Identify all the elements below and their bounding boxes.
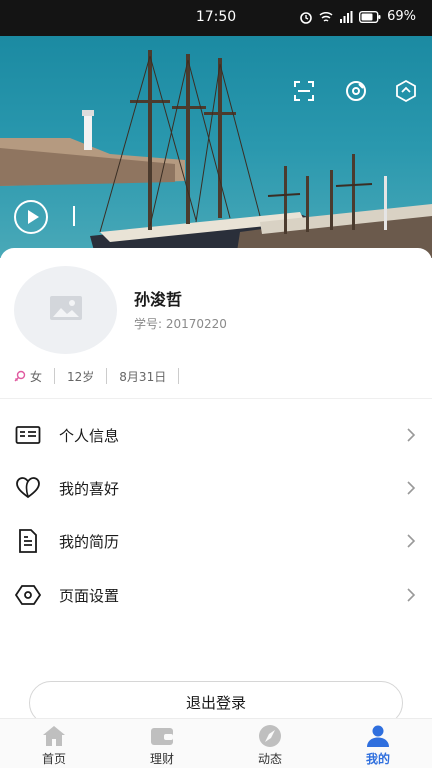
gender-value: 女: [30, 369, 43, 384]
chevron-right-icon: [407, 534, 416, 548]
alarm-icon: [300, 11, 312, 24]
compass-icon: [259, 725, 281, 747]
profile-meta: 女 12岁 8月31日: [14, 368, 180, 384]
birthday-value: 8月31日: [119, 369, 167, 384]
harbor-photo: [0, 36, 432, 258]
profile-card: 孙浚哲 学号: 20170220 女 12岁 8月31日 个人信息 我的喜好 我…: [0, 248, 432, 725]
person-icon: [367, 725, 389, 747]
signal-icon: [340, 10, 353, 23]
status-bar: 17:50 69%: [0, 0, 432, 36]
battery-icon: [359, 10, 381, 23]
menu-label: 我的喜好: [59, 479, 120, 498]
menu-item-preferences[interactable]: 我的喜好: [0, 461, 432, 515]
home-icon: [43, 726, 65, 746]
progress-divider: [73, 206, 75, 226]
tab-feed[interactable]: 动态: [216, 719, 324, 768]
tab-label: 动态: [257, 752, 282, 766]
menu-item-page-settings[interactable]: 页面设置: [0, 568, 432, 622]
tab-label: 理财: [149, 752, 174, 766]
image-placeholder-icon: [50, 296, 82, 320]
student-id: 学号: 20170220: [134, 317, 227, 331]
chevron-right-icon: [407, 481, 416, 495]
tab-label: 首页: [41, 752, 66, 766]
wifi-icon: [319, 11, 333, 22]
bottom-tab-bar: 首页 理财 动态 我的: [0, 718, 432, 768]
heart-icon: [16, 477, 40, 499]
chevron-right-icon: [407, 428, 416, 442]
play-button[interactable]: [14, 200, 48, 234]
menu-item-personal-info[interactable]: 个人信息: [0, 408, 432, 462]
avatar[interactable]: [14, 266, 117, 354]
tab-home[interactable]: 首页: [0, 719, 108, 768]
menu-label: 页面设置: [59, 586, 120, 605]
menu-label: 我的简历: [59, 532, 120, 551]
section-divider: [0, 398, 432, 399]
birthday-field: 8月31日: [107, 368, 180, 384]
settings-hexagon-icon: [15, 585, 41, 605]
age-value: 12岁: [67, 369, 95, 384]
status-indicators: 69%: [299, 9, 416, 24]
user-name: 孙浚哲: [134, 290, 183, 309]
tab-finance[interactable]: 理财: [108, 719, 216, 768]
battery-level: 69%: [387, 9, 416, 24]
scan-icon[interactable]: [292, 79, 316, 103]
tab-label: 我的: [365, 752, 390, 766]
gender-field: 女: [14, 368, 56, 384]
female-icon: [14, 370, 26, 382]
id-card-icon: [15, 426, 41, 444]
chevron-right-icon: [407, 588, 416, 602]
wallet-icon: [151, 728, 173, 745]
music-disc-icon[interactable]: [344, 79, 368, 103]
age-field: 12岁: [55, 368, 108, 384]
resume-icon: [19, 529, 37, 553]
header-cover-image[interactable]: [0, 36, 432, 258]
menu-label: 个人信息: [59, 426, 120, 445]
hexagon-menu-icon[interactable]: [394, 79, 418, 103]
menu-item-resume[interactable]: 我的简历: [0, 514, 432, 568]
tab-mine[interactable]: 我的: [324, 719, 432, 768]
